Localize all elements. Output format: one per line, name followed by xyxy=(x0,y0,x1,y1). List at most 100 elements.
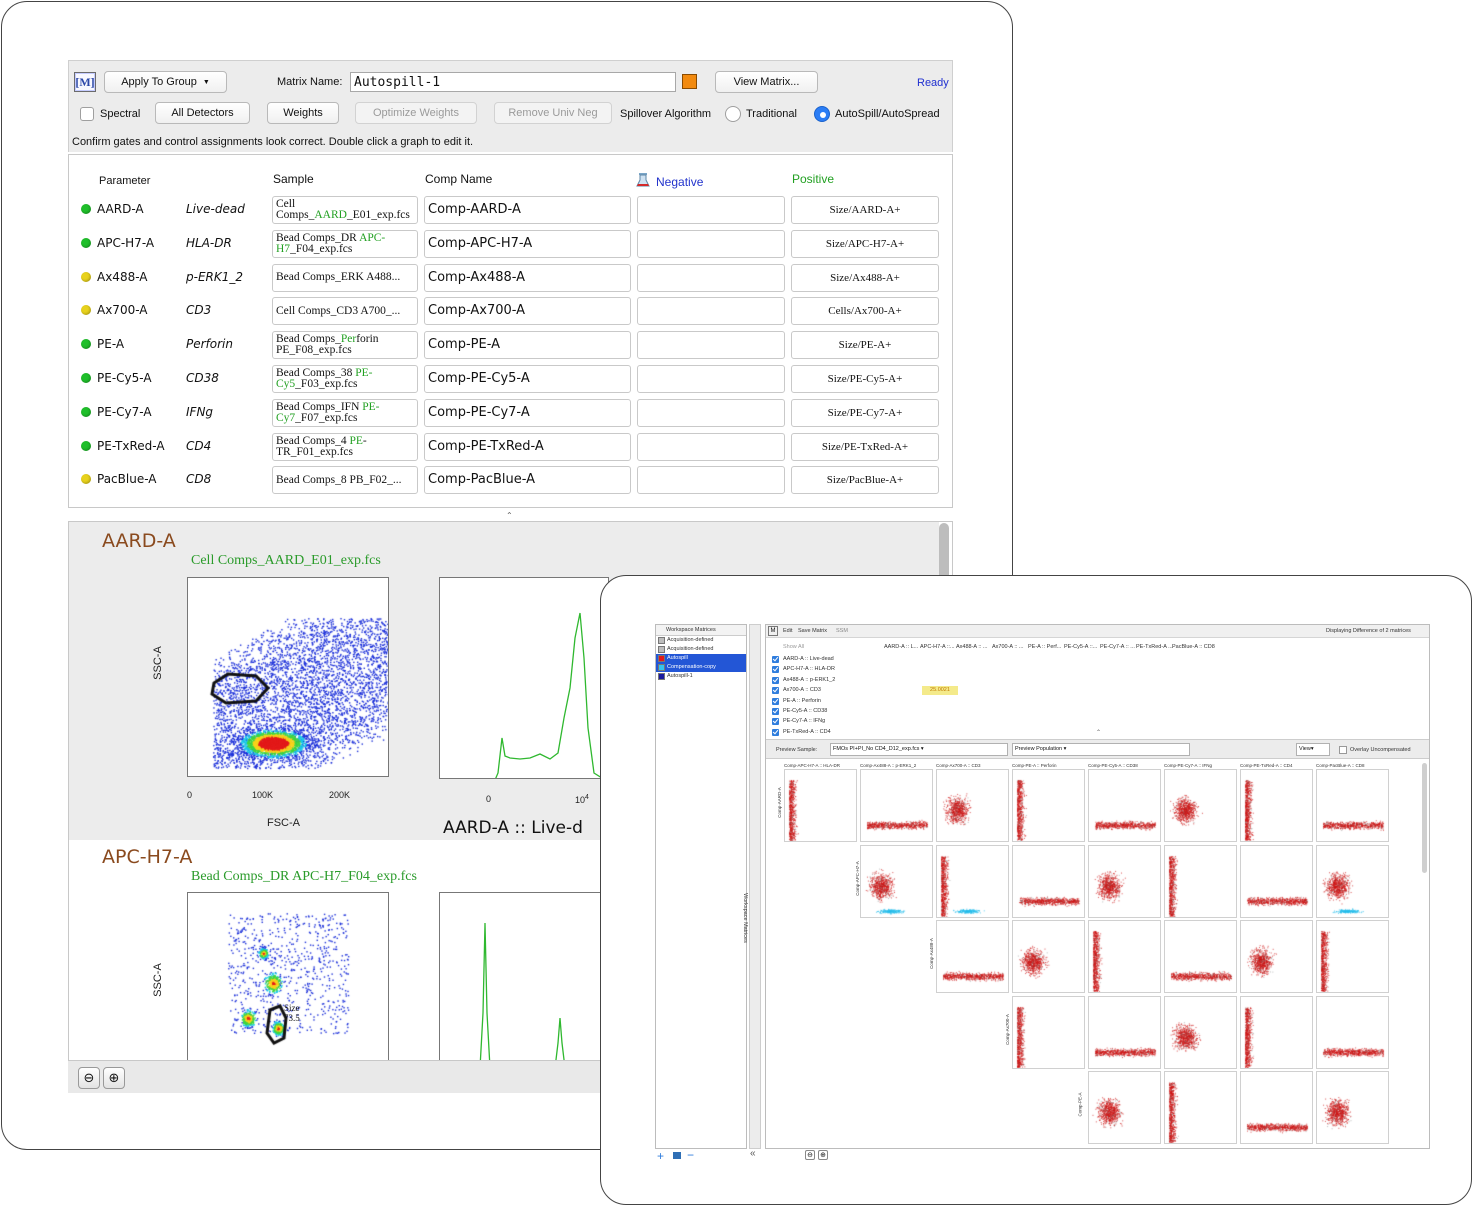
remove-matrix-button[interactable]: − xyxy=(687,1148,694,1162)
edit-menu[interactable]: Edit xyxy=(783,628,792,634)
comp-name-cell[interactable]: Comp-PacBlue-A xyxy=(424,466,631,495)
comp-name-cell[interactable]: Comp-PE-Cy5-A xyxy=(424,365,631,393)
preview-plot[interactable] xyxy=(1164,1071,1237,1144)
matrix-cell[interactable] xyxy=(1102,655,1138,664)
matrix-cell[interactable] xyxy=(922,655,958,664)
matrix-cell[interactable] xyxy=(1138,728,1174,737)
view-select[interactable]: View▾ xyxy=(1296,743,1330,756)
matrix-cell[interactable] xyxy=(1066,717,1102,726)
matrix-cell[interactable] xyxy=(1102,717,1138,726)
preview-plot[interactable] xyxy=(1012,920,1085,993)
preview-scrollbar[interactable] xyxy=(1422,763,1427,873)
zoom-in-button[interactable]: ⊕ xyxy=(103,1067,125,1089)
preview-plot[interactable] xyxy=(1088,920,1161,993)
preview-plot[interactable] xyxy=(936,844,1009,918)
matrix-cell[interactable] xyxy=(994,686,1030,695)
matrix-cell[interactable] xyxy=(994,707,1030,716)
table-row[interactable]: PacBlue-A CD8 Bead Comps_8 PB_F02_... Co… xyxy=(69,463,952,497)
preview-plot[interactable] xyxy=(1088,844,1161,918)
zoom-in-button[interactable]: ⊕ xyxy=(818,1150,828,1160)
matrix-cell[interactable] xyxy=(886,697,922,706)
matrix-cell[interactable] xyxy=(1102,728,1138,737)
all-detectors-button[interactable]: All Detectors xyxy=(155,102,250,124)
matrix-cell[interactable] xyxy=(922,676,958,685)
positive-cell[interactable]: Cells/Ax700-A+ xyxy=(791,297,939,326)
negative-cell[interactable] xyxy=(637,196,785,224)
matrix-cell[interactable] xyxy=(1138,655,1174,664)
comp-name-cell[interactable]: Comp-Ax700-A xyxy=(424,297,631,326)
sample-cell[interactable]: Cell Comps_CD3 A700_... xyxy=(272,297,418,326)
matrix-cell[interactable] xyxy=(1174,728,1210,737)
preview-plot[interactable] xyxy=(1088,769,1161,842)
negative-cell[interactable] xyxy=(637,466,785,495)
negative-cell[interactable] xyxy=(637,263,785,292)
matrix-cell[interactable] xyxy=(1030,697,1066,706)
zoom-out-button[interactable]: ⊖ xyxy=(805,1150,815,1160)
matrix-row-checkbox[interactable] xyxy=(772,708,779,715)
sample-cell[interactable]: Cell Comps_AARD_E01_exp.fcs xyxy=(272,196,418,224)
sample-cell[interactable]: Bead Comps_DR APC-H7_F04_exp.fcs xyxy=(272,229,418,258)
preview-plot[interactable] xyxy=(1164,844,1237,918)
matrix-cell[interactable] xyxy=(958,655,994,664)
matrix-list-item[interactable]: Compensation-copy xyxy=(656,663,746,672)
autospill-radio[interactable] xyxy=(814,106,830,122)
negative-cell[interactable] xyxy=(637,365,785,393)
ssm-menu[interactable]: SSM xyxy=(836,628,848,634)
matrix-cell[interactable] xyxy=(1174,665,1210,674)
comp-name-cell[interactable]: Comp-AARD-A xyxy=(424,196,631,224)
matrix-cell[interactable] xyxy=(1138,665,1174,674)
comp-name-cell[interactable]: Comp-PE-A xyxy=(424,331,631,360)
optimize-weights-button[interactable]: Optimize Weights xyxy=(355,102,477,124)
comp-name-cell[interactable]: Comp-Ax488-A xyxy=(424,263,631,292)
matrix-cell[interactable] xyxy=(886,676,922,685)
preview-plot[interactable] xyxy=(1012,769,1085,842)
histogram-plot-1[interactable] xyxy=(439,577,609,779)
remove-univ-neg-button[interactable]: Remove Univ Neg xyxy=(494,102,612,124)
matrix-cell[interactable] xyxy=(1066,676,1102,685)
scatter-plot-2[interactable]: Size 73.5 xyxy=(187,892,389,1060)
table-row[interactable]: PE-A Perforin Bead Comps_Perforin PE_F08… xyxy=(69,328,952,362)
negative-cell[interactable] xyxy=(637,432,785,461)
matrix-cell[interactable] xyxy=(1102,707,1138,716)
weights-button[interactable]: Weights xyxy=(267,102,339,124)
matrix-cell[interactable] xyxy=(922,707,958,716)
matrix-cell[interactable] xyxy=(958,707,994,716)
preview-plot[interactable] xyxy=(1012,844,1085,918)
scatter-plot-1[interactable] xyxy=(187,577,389,777)
matrix-name-input[interactable]: Autospill-1 xyxy=(350,72,676,92)
preview-sample-select[interactable]: FMOs PI+PI_No CD4_D12_exp.fcs ▾ xyxy=(830,743,1008,756)
preview-plot[interactable] xyxy=(1164,769,1237,842)
matrix-cell[interactable] xyxy=(886,728,922,737)
matrix-row-checkbox[interactable] xyxy=(772,728,779,736)
table-row[interactable]: PE-Cy7-A IFNg Bead Comps_IFN PE-Cy7_F07_… xyxy=(69,396,952,430)
preview-plot[interactable] xyxy=(1012,995,1085,1069)
overlay-uncompensated-checkbox[interactable] xyxy=(1339,746,1347,754)
preview-plot[interactable] xyxy=(1240,995,1313,1069)
matrix-cell[interactable] xyxy=(1138,686,1174,695)
preview-plot[interactable] xyxy=(1316,995,1389,1069)
matrix-cell[interactable] xyxy=(1030,728,1066,737)
preview-plot[interactable] xyxy=(936,769,1009,842)
duplicate-matrix-icon[interactable] xyxy=(673,1152,681,1159)
matrix-cell[interactable] xyxy=(1138,697,1174,706)
preview-plot[interactable] xyxy=(1316,844,1389,918)
preview-plot[interactable] xyxy=(936,920,1009,993)
matrix-cell[interactable] xyxy=(1174,676,1210,685)
sample-cell[interactable]: Bead Comps_8 PB_F02_... xyxy=(272,466,418,495)
matrix-cell[interactable] xyxy=(1066,707,1102,716)
show-all-option[interactable]: Show All xyxy=(783,644,804,650)
matrix-list-item[interactable]: Acquisition-defined xyxy=(656,636,746,645)
negative-cell[interactable] xyxy=(637,398,785,427)
preview-population-select[interactable]: Preview Population ▾ xyxy=(1012,743,1190,756)
matrix-cell[interactable] xyxy=(994,697,1030,706)
matrix-cell[interactable] xyxy=(1066,655,1102,664)
matrix-cell[interactable] xyxy=(1174,707,1210,716)
view-matrix-button[interactable]: View Matrix... xyxy=(715,71,818,93)
matrix-list-item[interactable]: Acquisition-defined xyxy=(656,645,746,654)
preview-plot[interactable] xyxy=(1316,769,1389,842)
collapse-panel-button[interactable]: « xyxy=(750,1148,756,1159)
preview-plot[interactable] xyxy=(1316,920,1389,993)
preview-plot[interactable] xyxy=(1164,920,1237,993)
table-row[interactable]: APC-H7-A HLA-DR Bead Comps_DR APC-H7_F04… xyxy=(69,227,952,261)
matrix-cell[interactable] xyxy=(1030,686,1066,695)
